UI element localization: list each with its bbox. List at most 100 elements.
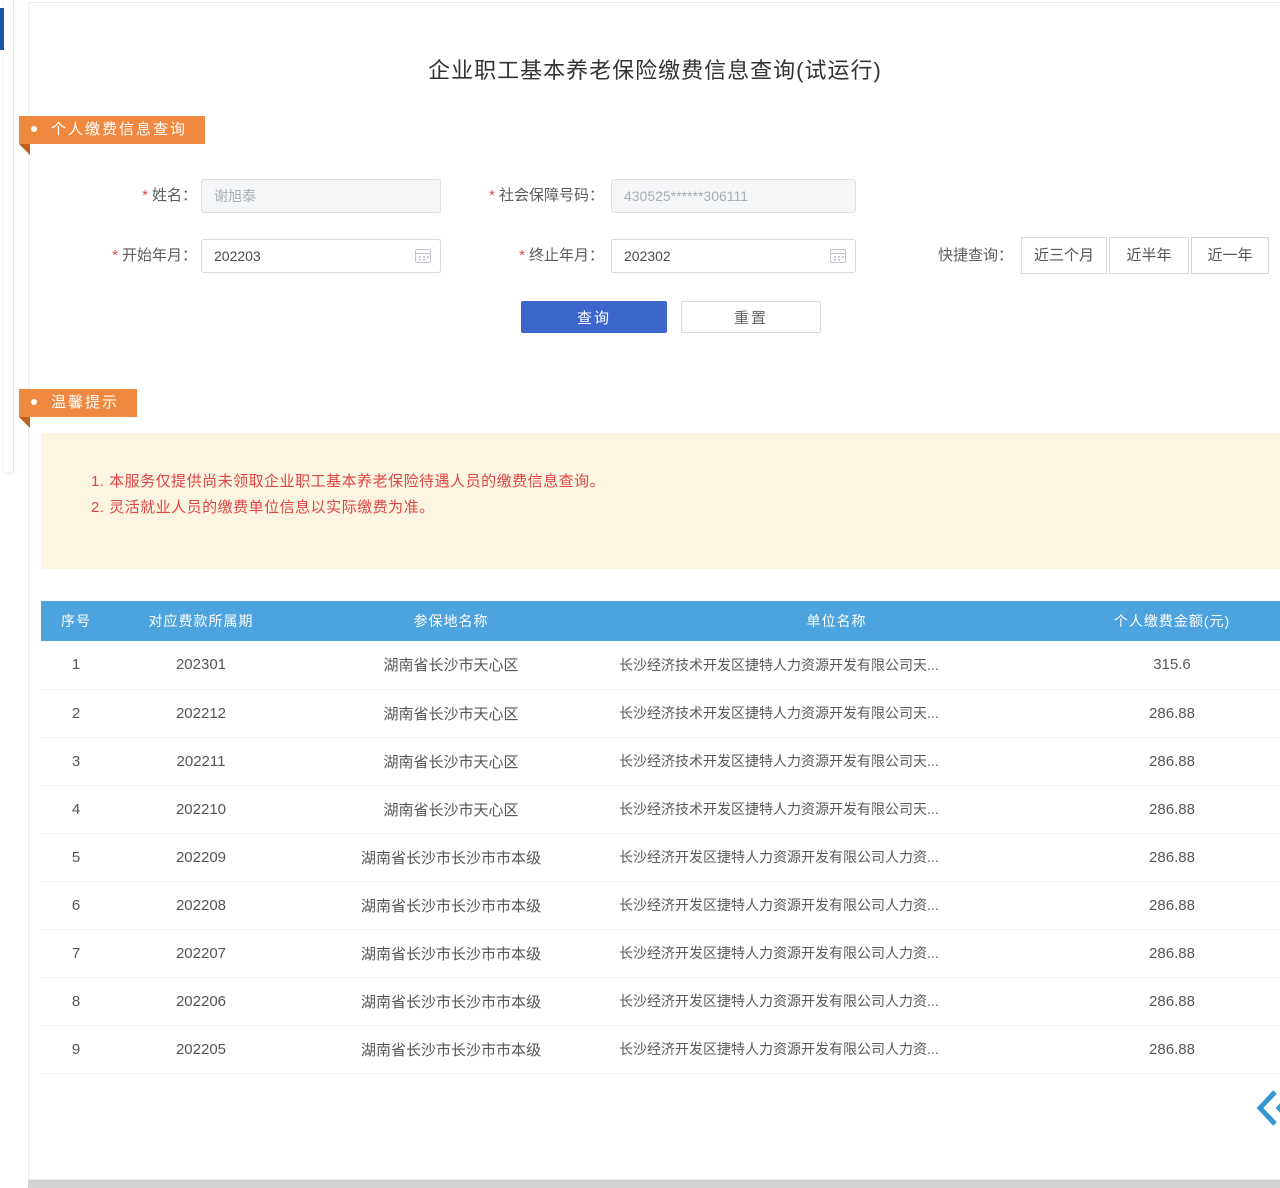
ssn-label-text: 社会保障号码： <box>499 187 604 204</box>
end-month-input[interactable] <box>611 239 856 273</box>
table-row: 1202301湖南省长沙市天心区长沙经济技术开发区捷特人力资源开发有限公司天..… <box>41 641 1280 689</box>
calendar-icon[interactable] <box>415 249 431 263</box>
start-month-label-text: 开始年月： <box>122 247 197 264</box>
table-cell: 202210 <box>111 785 291 833</box>
table-cell: 8 <box>41 977 111 1025</box>
table-cell: 286.88 <box>1062 977 1280 1025</box>
table-cell: 286.88 <box>1062 881 1280 929</box>
table-cell: 长沙经济技术开发区捷特人力资源开发有限公司天... <box>611 689 1062 737</box>
table-cell: 202205 <box>111 1025 291 1073</box>
table-cell: 202208 <box>111 881 291 929</box>
table-cell: 5 <box>41 833 111 881</box>
table-cell: 6 <box>41 881 111 929</box>
table-cell: 湖南省长沙市长沙市市本级 <box>291 833 611 881</box>
quick-query-1year-button[interactable]: 近一年 <box>1191 237 1269 274</box>
table-header: 序号 对应费款所属期 参保地名称 单位名称 个人缴费金额(元) <box>41 601 1280 641</box>
sidebar-edge-divider <box>4 0 14 472</box>
table-row: 7202207湖南省长沙市长沙市市本级长沙经济开发区捷特人力资源开发有限公司人力… <box>41 929 1280 977</box>
section-badge-tips: 温馨提示 <box>19 389 137 417</box>
notice-box: 1. 本服务仅提供尚未领取企业职工基本养老保险待遇人员的缴费信息查询。 2. 灵… <box>41 433 1280 569</box>
table-row: 2202212湖南省长沙市天心区长沙经济技术开发区捷特人力资源开发有限公司天..… <box>41 689 1280 737</box>
table-cell: 286.88 <box>1062 929 1280 977</box>
table-cell: 4 <box>41 785 111 833</box>
table-cell: 湖南省长沙市天心区 <box>291 641 611 689</box>
ribbon-fold <box>19 417 30 428</box>
table-cell: 长沙经济开发区捷特人力资源开发有限公司人力资... <box>611 929 1062 977</box>
notice-line-2: 2. 灵活就业人员的缴费单位信息以实际缴费为准。 <box>91 495 1280 521</box>
table-cell: 2 <box>41 689 111 737</box>
quick-query-label: 快捷查询： <box>883 239 1013 273</box>
table-row: 9202205湖南省长沙市长沙市市本级长沙经济开发区捷特人力资源开发有限公司人力… <box>41 1025 1280 1073</box>
main-panel: 企业职工基本养老保险缴费信息查询(试运行) 个人缴费信息查询 *姓名： *社会保… <box>28 2 1280 1180</box>
table-body: 1202301湖南省长沙市天心区长沙经济技术开发区捷特人力资源开发有限公司天..… <box>41 641 1280 1073</box>
table-cell: 湖南省长沙市天心区 <box>291 689 611 737</box>
double-chevron-left-icon[interactable] <box>1254 1086 1280 1130</box>
header-period: 对应费款所属期 <box>111 601 291 641</box>
table-cell: 202209 <box>111 833 291 881</box>
table-cell: 长沙经济技术开发区捷特人力资源开发有限公司天... <box>611 641 1062 689</box>
table-cell: 湖南省长沙市天心区 <box>291 785 611 833</box>
table-cell: 长沙经济技术开发区捷特人力资源开发有限公司天... <box>611 785 1062 833</box>
table-cell: 1 <box>41 641 111 689</box>
header-amount: 个人缴费金额(元) <box>1062 601 1280 641</box>
reset-button[interactable]: 重置 <box>681 301 821 333</box>
header-company: 单位名称 <box>611 601 1062 641</box>
ssn-label: *社会保障号码： <box>449 179 604 213</box>
bottom-edge-band <box>28 1180 1280 1188</box>
query-button[interactable]: 查询 <box>521 301 667 333</box>
table-row: 3202211湖南省长沙市天心区长沙经济技术开发区捷特人力资源开发有限公司天..… <box>41 737 1280 785</box>
table-cell: 长沙经济技术开发区捷特人力资源开发有限公司天... <box>611 737 1062 785</box>
form-row-period: *开始年月： *终止年月： 快捷查询： 近三个月 近半年 近一年 <box>29 239 1280 273</box>
table-cell: 湖南省长沙市长沙市市本级 <box>291 977 611 1025</box>
header-seq: 序号 <box>41 601 111 641</box>
header-place: 参保地名称 <box>291 601 611 641</box>
form-row-identity: *姓名： *社会保障号码： <box>29 179 1280 213</box>
table-cell: 长沙经济开发区捷特人力资源开发有限公司人力资... <box>611 881 1062 929</box>
section-badge-label: 个人缴费信息查询 <box>51 121 187 138</box>
end-month-label-text: 终止年月： <box>529 247 604 264</box>
quick-query-3months-button[interactable]: 近三个月 <box>1021 237 1107 274</box>
table-cell: 湖南省长沙市长沙市市本级 <box>291 929 611 977</box>
table-cell: 202212 <box>111 689 291 737</box>
required-asterisk: * <box>142 187 148 204</box>
table-cell: 202206 <box>111 977 291 1025</box>
section-badge-personal-query: 个人缴费信息查询 <box>19 116 205 144</box>
table-row: 8202206湖南省长沙市长沙市市本级长沙经济开发区捷特人力资源开发有限公司人力… <box>41 977 1280 1025</box>
table-cell: 202211 <box>111 737 291 785</box>
start-month-label: *开始年月： <box>49 239 197 273</box>
bullet-icon <box>31 399 37 405</box>
table-cell: 202301 <box>111 641 291 689</box>
table-row: 4202210湖南省长沙市天心区长沙经济技术开发区捷特人力资源开发有限公司天..… <box>41 785 1280 833</box>
ribbon-fold <box>19 144 30 155</box>
quick-query-halfyear-button[interactable]: 近半年 <box>1109 237 1189 274</box>
end-month-label: *终止年月： <box>449 239 604 273</box>
required-asterisk: * <box>489 187 495 204</box>
ssn-input[interactable] <box>611 179 856 213</box>
table-cell: 7 <box>41 929 111 977</box>
name-label: *姓名： <box>49 179 197 213</box>
table-cell: 286.88 <box>1062 1025 1280 1073</box>
table-cell: 湖南省长沙市长沙市市本级 <box>291 881 611 929</box>
table-cell: 湖南省长沙市天心区 <box>291 737 611 785</box>
table-cell: 湖南省长沙市长沙市市本级 <box>291 1025 611 1073</box>
name-input[interactable] <box>201 179 441 213</box>
page-title: 企业职工基本养老保险缴费信息查询(试运行) <box>29 53 1280 85</box>
bullet-icon <box>31 126 37 132</box>
calendar-icon[interactable] <box>830 249 846 263</box>
payment-table: 序号 对应费款所属期 参保地名称 单位名称 个人缴费金额(元) 1202301湖… <box>41 601 1280 1074</box>
table-cell: 3 <box>41 737 111 785</box>
table-cell: 286.88 <box>1062 737 1280 785</box>
table-row: 5202209湖南省长沙市长沙市市本级长沙经济开发区捷特人力资源开发有限公司人力… <box>41 833 1280 881</box>
notice-line-1: 1. 本服务仅提供尚未领取企业职工基本养老保险待遇人员的缴费信息查询。 <box>91 469 1280 495</box>
table-cell: 长沙经济开发区捷特人力资源开发有限公司人力资... <box>611 1025 1062 1073</box>
table-row: 6202208湖南省长沙市长沙市市本级长沙经济开发区捷特人力资源开发有限公司人力… <box>41 881 1280 929</box>
required-asterisk: * <box>112 247 118 264</box>
table-cell: 9 <box>41 1025 111 1073</box>
table-cell: 286.88 <box>1062 689 1280 737</box>
section-badge-label: 温馨提示 <box>51 394 119 411</box>
table-header-row: 序号 对应费款所属期 参保地名称 单位名称 个人缴费金额(元) <box>41 601 1280 641</box>
start-month-input[interactable] <box>201 239 441 273</box>
table-cell: 286.88 <box>1062 833 1280 881</box>
required-asterisk: * <box>519 247 525 264</box>
table-cell: 202207 <box>111 929 291 977</box>
